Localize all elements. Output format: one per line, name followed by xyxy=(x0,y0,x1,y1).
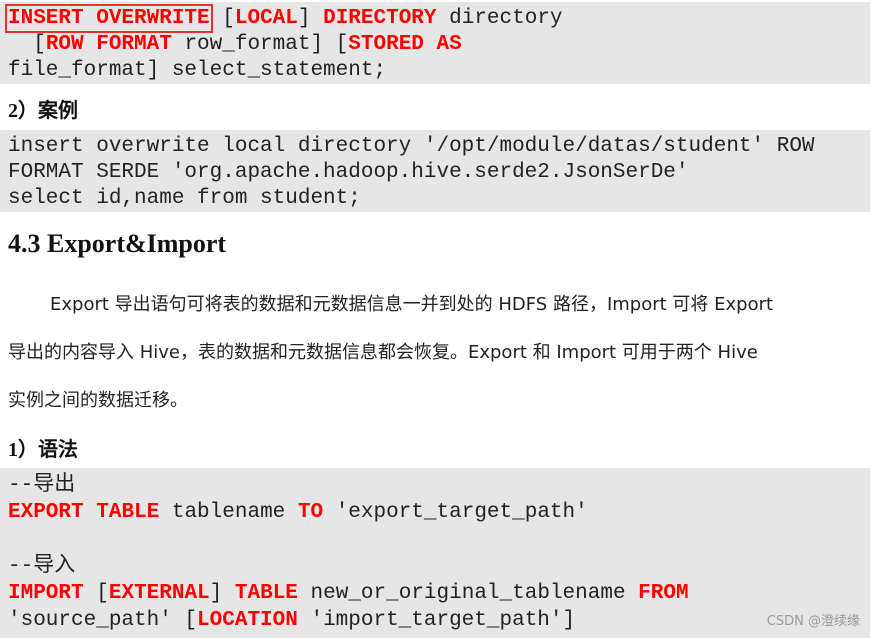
case-code-block: insert overwrite local directory '/opt/m… xyxy=(0,130,870,212)
code-comment: --导入 xyxy=(8,555,76,578)
code-line: select id,name from student; xyxy=(8,187,361,210)
code-text: 'import_target_path'] xyxy=(297,609,576,632)
paragraph-line: 导出的内容导入 Hive，表的数据和元数据信息都会恢复。Export 和 Imp… xyxy=(8,342,758,363)
code-text: [ xyxy=(209,7,235,30)
keyword: STORED AS xyxy=(348,33,462,56)
syntax-code-block: INSERT OVERWRITE [LOCAL] DIRECTORY direc… xyxy=(0,2,870,84)
code-text: row_format] [ xyxy=(171,33,349,56)
keyword: FROM xyxy=(638,582,689,605)
code-text: ] xyxy=(209,582,235,605)
code-text: directory xyxy=(436,7,563,30)
watermark: CSDN @澄续缘 xyxy=(766,614,860,629)
keyword: LOCATION xyxy=(197,609,298,632)
code-text: ] xyxy=(297,7,324,30)
code-text: new_or_original_tablename xyxy=(297,582,639,605)
syntax-heading: 1）语法 xyxy=(8,439,78,461)
highlighted-keyword: INSERT OVERWRITE xyxy=(5,4,213,33)
code-text: tablename xyxy=(159,501,298,524)
case-heading: 2）案例 xyxy=(8,100,78,122)
keyword: TABLE xyxy=(234,582,298,605)
code-text: [ xyxy=(8,33,46,56)
paragraph-line: Export 导出语句可将表的数据和元数据信息一并到处的 HDFS 路径，Imp… xyxy=(50,294,774,315)
keyword: EXPORT xyxy=(8,501,84,524)
code-line: FORMAT SERDE 'org.apache.hadoop.hive.ser… xyxy=(8,161,689,184)
keyword: LOCAL xyxy=(234,7,298,30)
code-comment: --导出 xyxy=(8,474,76,497)
keyword: DIRECTORY xyxy=(323,7,437,30)
keyword: TABLE xyxy=(96,501,160,524)
keyword: ROW FORMAT xyxy=(45,33,172,56)
code-text: 'export_target_path' xyxy=(323,501,588,524)
keyword: IMPORT xyxy=(8,582,84,605)
keyword: TO xyxy=(297,501,324,524)
paragraph-line: 实例之间的数据迁移。 xyxy=(8,390,188,411)
export-import-code-block: --导出 EXPORT TABLE tablename TO 'export_t… xyxy=(0,468,870,638)
code-line: insert overwrite local directory '/opt/m… xyxy=(8,135,815,158)
keyword: EXTERNAL xyxy=(108,582,210,605)
code-text: [ xyxy=(83,582,109,605)
code-text: 'source_path' [ xyxy=(8,609,198,632)
code-text: file_format] select_statement; xyxy=(8,59,387,82)
section-heading: 4.3 Export&Import xyxy=(8,229,227,258)
